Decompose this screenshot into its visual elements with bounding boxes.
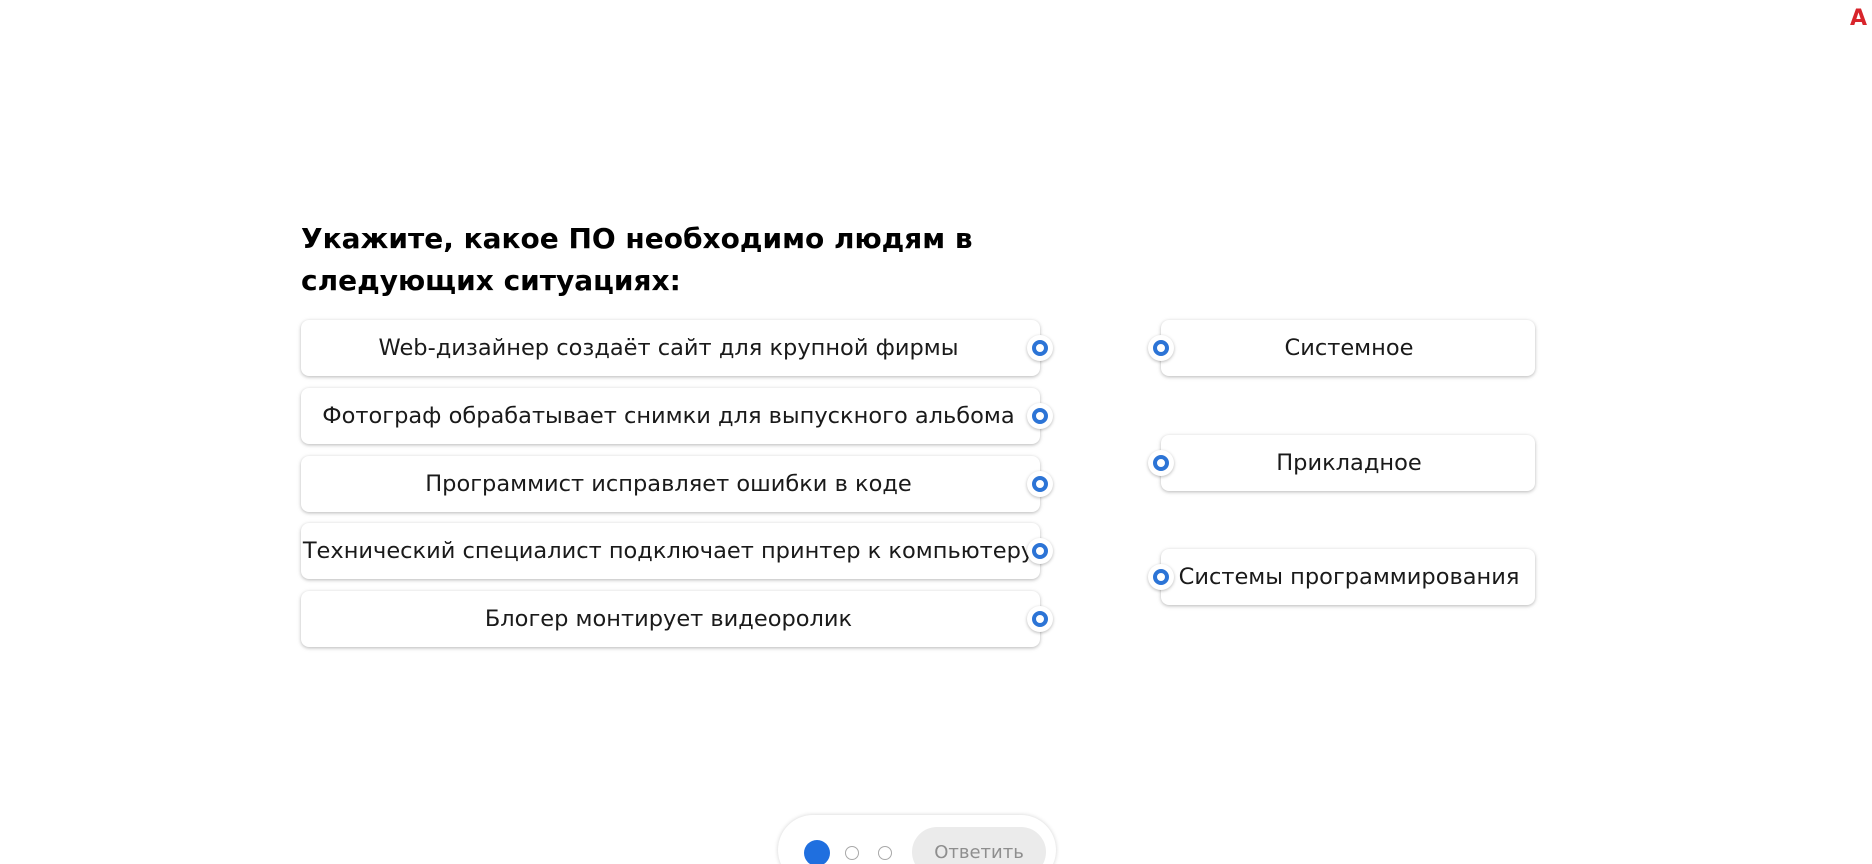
- connector-icon[interactable]: [1027, 335, 1053, 361]
- situation-label: Блогер монтирует видеоролик: [484, 606, 853, 632]
- quiz-footer: Ответить: [778, 815, 1056, 864]
- connector-icon[interactable]: [1148, 450, 1174, 476]
- software-type-application[interactable]: Прикладное: [1148, 435, 1535, 491]
- situation-item-5[interactable]: Блогер монтирует видеоролик: [301, 591, 1053, 647]
- situation-label: Web-дизайнер создаёт сайт для крупной фи…: [378, 335, 959, 361]
- situation-label: Программист исправляет ошибки в коде: [425, 471, 912, 497]
- situation-item-4[interactable]: Технический специалист подключает принте…: [301, 523, 1053, 579]
- corner-label: А: [1850, 6, 1868, 31]
- question-title: Укажите, какое ПО необходимо людям в сле…: [301, 222, 973, 297]
- situation-label: Технический специалист подключает принте…: [302, 538, 1035, 564]
- connector-icon[interactable]: [1027, 606, 1053, 632]
- connector-icon[interactable]: [1148, 564, 1174, 590]
- software-type-label: Системное: [1284, 335, 1414, 361]
- answer-button[interactable]: Ответить: [912, 827, 1046, 864]
- situation-item-2[interactable]: Фотограф обрабатывает снимки для выпускн…: [301, 388, 1053, 444]
- software-type-label: Прикладное: [1276, 450, 1422, 476]
- software-type-programming[interactable]: Системы программирования: [1148, 549, 1535, 605]
- connector-icon[interactable]: [1027, 538, 1053, 564]
- situation-item-3[interactable]: Программист исправляет ошибки в коде: [301, 456, 1053, 512]
- situation-item-1[interactable]: Web-дизайнер создаёт сайт для крупной фи…: [301, 320, 1053, 376]
- connector-icon[interactable]: [1148, 335, 1174, 361]
- step-indicator-current[interactable]: [804, 840, 830, 864]
- software-type-label: Системы программирования: [1178, 564, 1520, 590]
- situation-label: Фотограф обрабатывает снимки для выпускн…: [322, 403, 1015, 429]
- step-indicator-2[interactable]: [845, 846, 859, 860]
- connector-icon[interactable]: [1027, 403, 1053, 429]
- connector-icon[interactable]: [1027, 471, 1053, 497]
- page: А Укажите, какое ПО необходимо людям в с…: [0, 0, 1872, 864]
- software-type-system[interactable]: Системное: [1148, 320, 1535, 376]
- step-indicator-3[interactable]: [878, 846, 892, 860]
